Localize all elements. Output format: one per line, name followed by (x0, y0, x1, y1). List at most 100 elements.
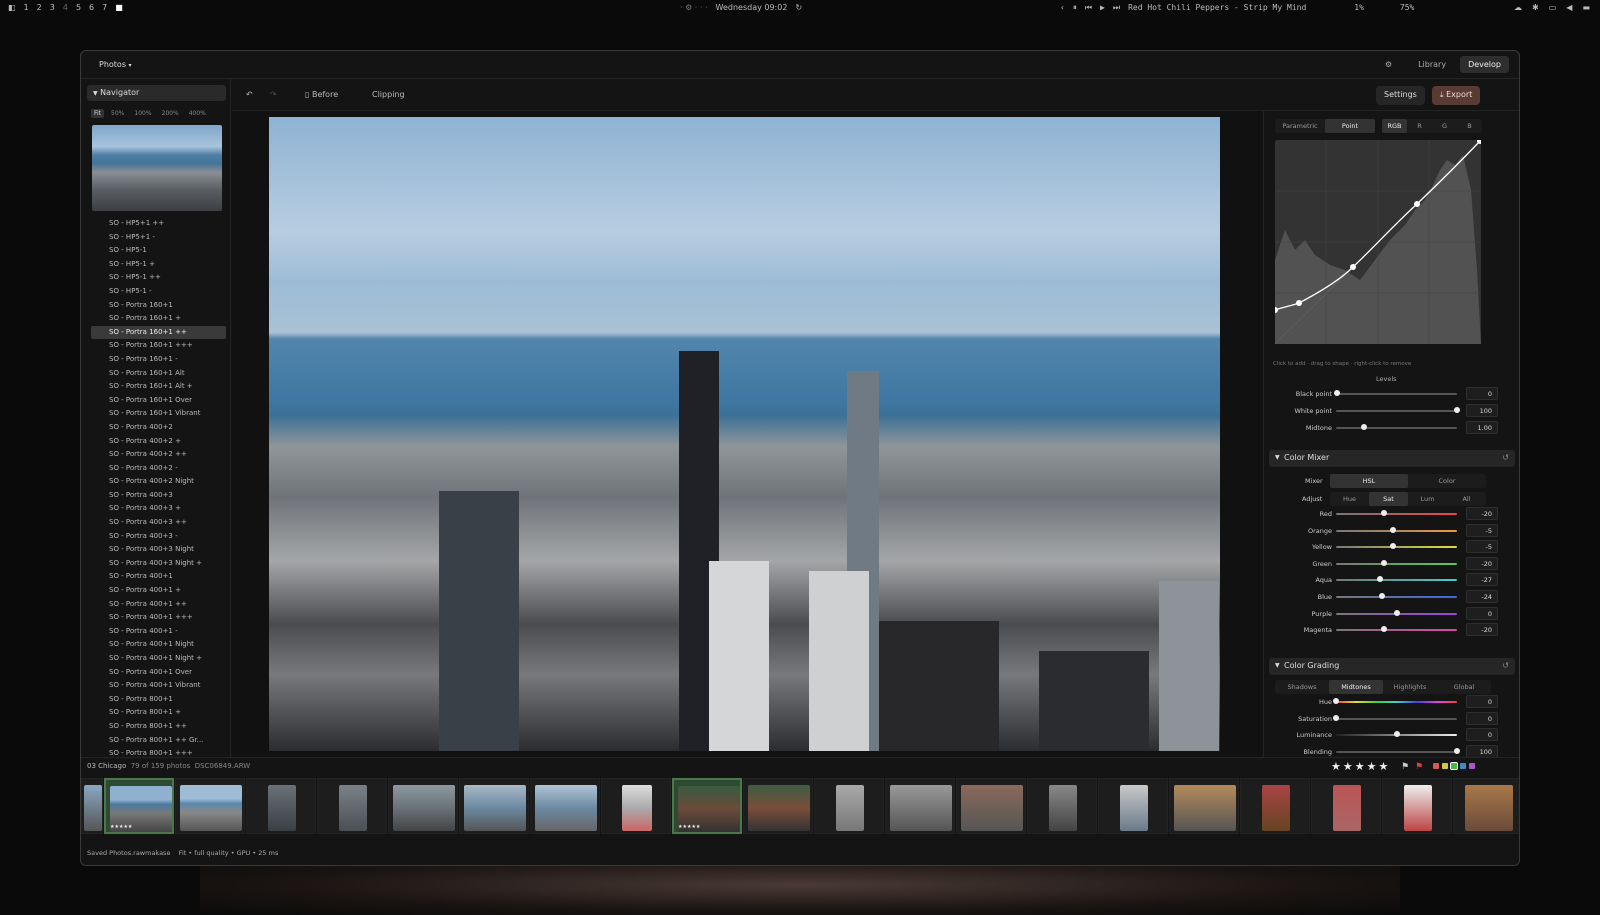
filmstrip-thumbnail[interactable]: ★★★★★ (672, 778, 742, 834)
preset-item[interactable]: SO - Portra 400+1 Vibrant (91, 679, 226, 693)
filmstrip-thumbnail[interactable] (317, 778, 387, 834)
midtone-slider[interactable]: Midtone 1.00 (1264, 421, 1514, 435)
filmstrip-thumbnail[interactable] (956, 778, 1026, 834)
preset-item[interactable]: SO - Portra 800+1 + (91, 706, 226, 720)
channel-r[interactable]: R (1407, 119, 1432, 133)
reset-icon[interactable]: ↺ (1502, 453, 1509, 462)
preset-item[interactable]: SO - Portra 400+3 Night + (91, 557, 226, 571)
preset-item[interactable]: SO - Portra 800+1 (91, 693, 226, 707)
zoom-400[interactable]: 400% (186, 109, 209, 118)
preset-item[interactable]: SO - Portra 160+1 (91, 299, 226, 313)
preset-item[interactable]: SO - Portra 400+1 Over (91, 666, 226, 680)
grading-tab-highlights[interactable]: Highlights (1383, 680, 1437, 694)
black-point-value[interactable]: 0 (1466, 387, 1498, 400)
now-playing[interactable]: Red Hot Chili Peppers - Strip My Mind (1128, 3, 1306, 13)
workspace-4[interactable]: 4 (63, 3, 68, 12)
preset-item[interactable]: SO - Portra 160+1 Vibrant (91, 407, 226, 421)
preset-item[interactable]: SO - Portra 160+1 + (91, 312, 226, 326)
app-menu[interactable]: Photos ▾ (99, 60, 132, 69)
photo-preview[interactable] (269, 117, 1220, 751)
grading-slider-hue[interactable]: Hue 0 (1264, 695, 1514, 709)
slider-knob[interactable] (1378, 593, 1385, 599)
play-icon[interactable]: ▶ (1100, 3, 1105, 13)
white-point-slider[interactable]: White point 100 (1264, 404, 1514, 418)
cloud-icon[interactable]: ☁ (1514, 3, 1522, 12)
mixer-slider-orange[interactable]: Orange -5 (1264, 523, 1514, 538)
filmstrip-thumbnail[interactable] (1453, 778, 1519, 834)
filmstrip-thumbnail[interactable] (1098, 778, 1168, 834)
workspace-3[interactable]: 3 (50, 3, 55, 12)
tone-curve[interactable] (1272, 138, 1483, 345)
filmstrip-thumbnail[interactable] (459, 778, 529, 834)
skip-back-icon[interactable]: ⏮ (1085, 3, 1092, 13)
zoom-200[interactable]: 200% (159, 109, 182, 118)
preset-item[interactable]: SO - Portra 160+1 Alt (91, 367, 226, 381)
adjust-lum[interactable]: Lum (1408, 492, 1447, 506)
black-point-slider[interactable]: Black point 0 (1264, 387, 1514, 401)
midtone-value[interactable]: 1.00 (1466, 421, 1498, 434)
clipping-button[interactable]: Clipping (372, 90, 405, 99)
slider-value[interactable]: 0 (1466, 606, 1498, 620)
preset-item[interactable]: SO - Portra 400+1 +++ (91, 611, 226, 625)
slider-value[interactable]: -27 (1466, 573, 1498, 587)
grading-tab-global[interactable]: Global (1437, 680, 1491, 694)
preset-item[interactable]: SO - Portra 400+3 (91, 489, 226, 503)
preset-item[interactable]: SO - Portra 800+1 +++ (91, 747, 226, 757)
workspace-5[interactable]: 5 (76, 3, 81, 12)
active-workspace-icon[interactable]: ■ (115, 3, 123, 12)
slider-knob[interactable] (1333, 714, 1339, 721)
preset-item[interactable]: SO - HP5-1 (91, 244, 226, 258)
filmstrip-thumbnail[interactable] (388, 778, 458, 834)
slider-knob[interactable] (1361, 424, 1367, 430)
slider-value[interactable]: -5 (1466, 540, 1498, 554)
preset-item[interactable]: SO - Portra 400+3 Night (91, 543, 226, 557)
filmstrip-thumbnail[interactable] (530, 778, 600, 834)
slider-value[interactable]: 0 (1466, 695, 1498, 708)
mode-library[interactable]: Library (1410, 56, 1454, 73)
slider-knob[interactable] (1377, 576, 1384, 583)
white-point-value[interactable]: 100 (1466, 404, 1498, 417)
zoom-50[interactable]: 50% (108, 109, 127, 118)
filmstrip-thumbnail[interactable]: ★★★★★ (104, 778, 174, 834)
volume-level[interactable]: 75% (1400, 3, 1414, 13)
preset-item[interactable]: SO - Portra 160+1 Over (91, 394, 226, 408)
workspace-6[interactable]: 6 (89, 3, 94, 12)
mixer-hsl[interactable]: HSL (1330, 474, 1408, 488)
preset-item[interactable]: SO - HP5-1 + (91, 258, 226, 272)
preset-item[interactable]: SO - Portra 400+2 + (91, 435, 226, 449)
slider-knob[interactable] (1390, 543, 1397, 550)
grading-slider-luminance[interactable]: Luminance 0 (1264, 728, 1514, 742)
channel-g[interactable]: G (1432, 119, 1457, 133)
curve-mode-parametric[interactable]: Parametric (1275, 119, 1325, 133)
mixer-slider-magenta[interactable]: Magenta -20 (1264, 623, 1514, 637)
monitor-icon[interactable]: ▬ (1582, 3, 1590, 12)
slider-value[interactable]: 100 (1466, 744, 1498, 757)
slider-knob[interactable] (1390, 526, 1397, 533)
canvas[interactable] (232, 111, 1262, 757)
slider-knob[interactable] (1334, 390, 1340, 396)
preset-item[interactable]: SO - HP5+1 ++ (91, 217, 226, 231)
grading-tab-shadows[interactable]: Shadows (1275, 680, 1329, 694)
reject-flag-icon[interactable]: ⚑ (1415, 762, 1423, 772)
skip-forward-icon[interactable]: ⏭ (1113, 3, 1120, 13)
undo-icon[interactable]: ↶ (246, 90, 253, 99)
preset-item[interactable]: SO - Portra 800+1 ++ Gr... (91, 734, 226, 748)
bluetooth-icon[interactable]: ✱ (1532, 3, 1539, 12)
preset-item[interactable]: SO - Portra 400+3 - (91, 530, 226, 544)
slider-value[interactable]: 0 (1466, 711, 1498, 725)
preset-item[interactable]: SO - Portra 800+1 ++ (91, 720, 226, 734)
navigator-thumbnail[interactable] (92, 125, 222, 211)
filmstrip-thumbnail[interactable] (1240, 778, 1310, 834)
color-label-blue[interactable] (1460, 763, 1466, 769)
reset-icon[interactable]: ↺ (1502, 661, 1509, 670)
volume-icon[interactable]: ◀ (1566, 3, 1572, 12)
color-grading-header[interactable]: ▼ Color Grading ↺ (1269, 658, 1515, 675)
preset-item[interactable]: SO - Portra 400+2 - (91, 462, 226, 476)
settings-button[interactable]: Settings (1376, 86, 1425, 105)
export-button[interactable]: ⤓ Export (1432, 86, 1481, 105)
rating-stars[interactable]: ★★★★★ (1331, 760, 1390, 773)
slider-value[interactable]: -24 (1466, 590, 1498, 603)
slider-knob[interactable] (1393, 609, 1400, 616)
color-label-purple[interactable] (1469, 763, 1475, 769)
channel-b[interactable]: B (1457, 119, 1482, 133)
